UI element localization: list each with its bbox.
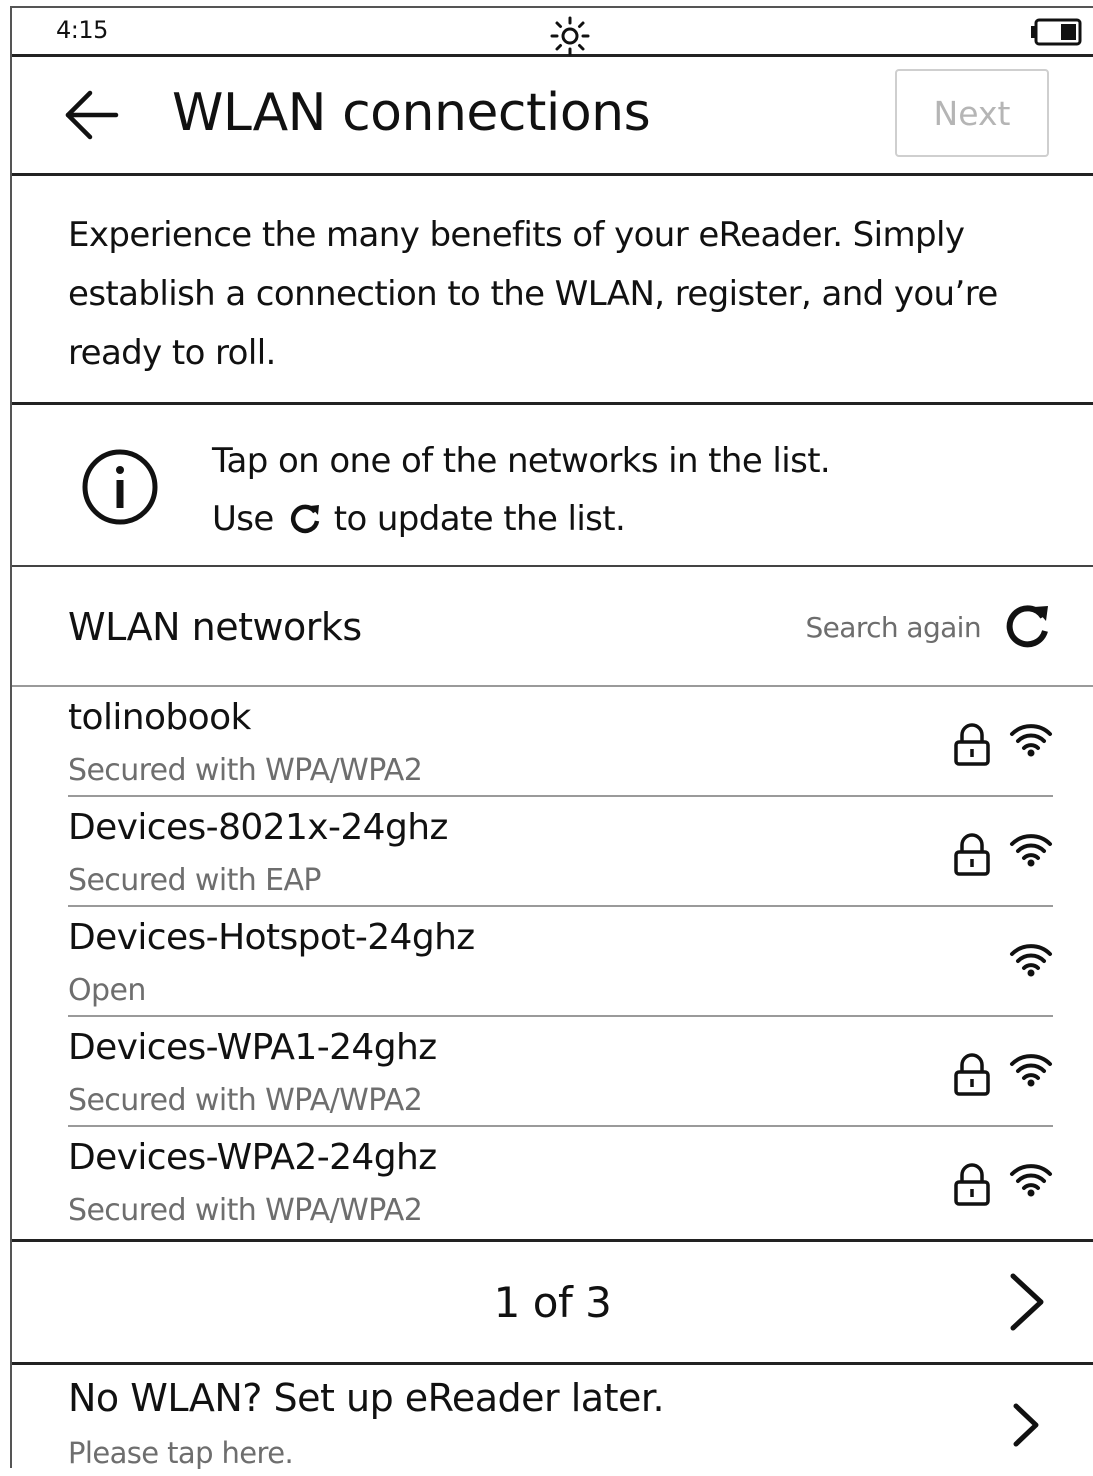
frontlight-sun-icon[interactable] bbox=[548, 14, 592, 58]
lock-icon bbox=[954, 1163, 990, 1206]
network-list: tolinobook Secured with WPA/WPA2 Devices… bbox=[12, 687, 1093, 1237]
network-item[interactable]: Devices-WPA2-24ghz Secured with WPA/WPA2 bbox=[68, 1127, 1053, 1237]
network-name: Devices-Hotspot-24ghz bbox=[68, 917, 475, 958]
search-again-button[interactable]: Search again bbox=[805, 601, 1053, 653]
network-item[interactable]: tolinobook Secured with WPA/WPA2 bbox=[68, 687, 1053, 797]
wifi-signal-icon bbox=[1010, 834, 1052, 867]
networks-header: WLAN networks Search again bbox=[12, 567, 1093, 687]
networks-title: WLAN networks bbox=[68, 605, 362, 649]
network-name: tolinobook bbox=[68, 697, 251, 738]
chevron-right-icon[interactable] bbox=[1011, 1402, 1041, 1448]
intro-text: Experience the many benefits of your eRe… bbox=[68, 215, 998, 373]
wifi-signal-icon bbox=[1010, 944, 1052, 977]
setup-later-row[interactable]: No WLAN? Set up eReader later. Please ta… bbox=[12, 1362, 1093, 1476]
screen-frame: 4:15 WLAN connections Next Experience th… bbox=[10, 6, 1093, 1470]
setup-later-subtitle[interactable]: Please tap here. bbox=[68, 1436, 294, 1470]
next-button[interactable]: Next bbox=[895, 69, 1049, 157]
wifi-signal-icon bbox=[1010, 1054, 1052, 1087]
network-name: Devices-WPA2-24ghz bbox=[68, 1137, 437, 1178]
page-indicator: 1 of 3 bbox=[493, 1278, 612, 1327]
setup-later-title[interactable]: No WLAN? Set up eReader later. bbox=[68, 1376, 665, 1420]
network-item[interactable]: Devices-8021x-24ghz Secured with EAP bbox=[68, 797, 1053, 907]
wifi-signal-icon bbox=[1010, 1164, 1052, 1197]
battery-icon bbox=[1031, 18, 1082, 46]
info-line-2: Use to update the list. bbox=[212, 499, 626, 539]
status-bar: 4:15 bbox=[12, 8, 1093, 57]
back-arrow-icon[interactable] bbox=[62, 85, 122, 145]
info-line-2-suffix: to update the list. bbox=[333, 499, 626, 539]
network-security: Secured with WPA/WPA2 bbox=[68, 1193, 423, 1228]
network-security: Secured with EAP bbox=[68, 863, 321, 898]
network-security: Secured with WPA/WPA2 bbox=[68, 753, 423, 788]
search-again-label[interactable]: Search again bbox=[805, 611, 981, 644]
lock-icon bbox=[954, 833, 990, 876]
info-section: Tap on one of the networks in the list. … bbox=[12, 405, 1093, 567]
info-icon bbox=[82, 449, 158, 525]
network-security: Secured with WPA/WPA2 bbox=[68, 1083, 423, 1118]
chevron-right-icon[interactable] bbox=[1007, 1272, 1047, 1332]
refresh-icon[interactable] bbox=[1001, 601, 1053, 653]
app-header: WLAN connections Next bbox=[12, 57, 1093, 176]
network-name: Devices-WPA1-24ghz bbox=[68, 1027, 437, 1068]
intro-section: Experience the many benefits of your eRe… bbox=[12, 176, 1093, 405]
network-item[interactable]: Devices-Hotspot-24ghz Open bbox=[68, 907, 1053, 1017]
status-time: 4:15 bbox=[56, 16, 108, 44]
info-line-2-prefix: Use bbox=[212, 499, 274, 539]
lock-icon bbox=[954, 1053, 990, 1096]
pagination-bar: 1 of 3 bbox=[12, 1239, 1093, 1365]
network-name: Devices-8021x-24ghz bbox=[68, 807, 448, 848]
network-security: Open bbox=[68, 973, 146, 1008]
refresh-icon bbox=[290, 504, 319, 534]
network-item[interactable]: Devices-WPA1-24ghz Secured with WPA/WPA2 bbox=[68, 1017, 1053, 1127]
info-line-1: Tap on one of the networks in the list. bbox=[212, 441, 831, 481]
lock-icon bbox=[954, 723, 990, 766]
wifi-signal-icon bbox=[1010, 724, 1052, 757]
page-title: WLAN connections bbox=[172, 83, 651, 143]
